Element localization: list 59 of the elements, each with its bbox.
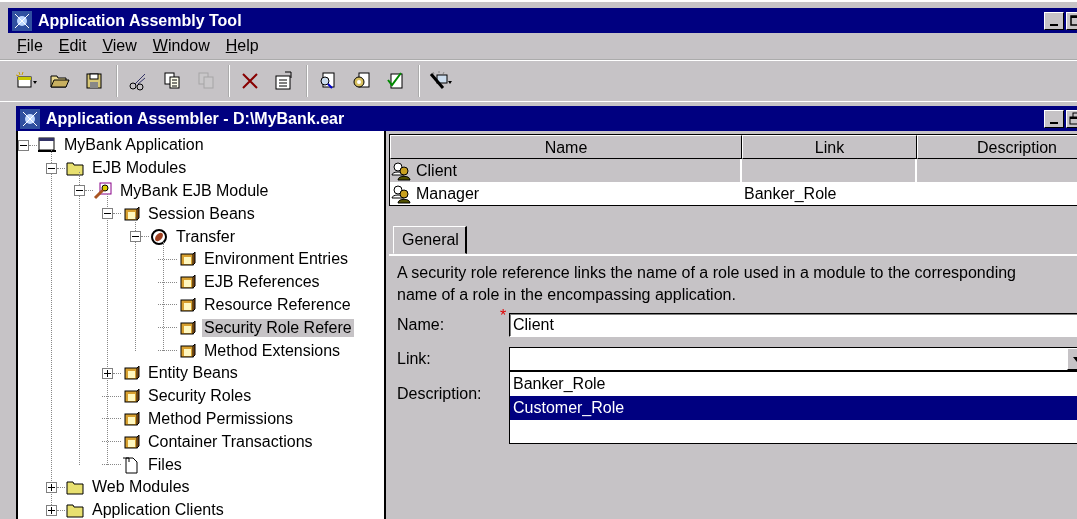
window-title: Application Assembler - D:\MyBank.ear xyxy=(46,109,346,128)
tree-item[interactable]: Method Permissions xyxy=(146,409,295,428)
table-row[interactable]: Manager Banker_Role xyxy=(390,182,1077,205)
tab[interactable]: General xyxy=(393,226,467,254)
tree-item[interactable]: Container Transactions xyxy=(146,432,315,451)
required-icon: * xyxy=(500,307,507,325)
field-label: Name: xyxy=(397,316,446,334)
file-icon xyxy=(121,454,141,475)
minimize-button[interactable] xyxy=(1044,11,1064,30)
tree-item[interactable]: Files xyxy=(146,455,184,474)
collapse-toggle[interactable] xyxy=(130,231,141,243)
app-icon xyxy=(12,10,32,31)
field-label: Description: xyxy=(397,384,483,404)
tree-item[interactable]: EJB References xyxy=(202,273,322,292)
dropdown-option[interactable]: Customer_Role xyxy=(510,396,1077,420)
tree-item[interactable]: Application Clients xyxy=(90,501,226,519)
description-text: A security role reference links the name of a role used in a module to the corresponding name of a role in the encompassing application. xyxy=(396,263,1017,305)
min-icon xyxy=(1050,121,1058,124)
collapse-toggle[interactable] xyxy=(74,185,85,197)
column-header[interactable]: Description xyxy=(917,135,1077,159)
menu-item[interactable]: File xyxy=(17,37,43,55)
app-icon xyxy=(20,108,40,129)
tree-item[interactable]: MyBank EJB Module xyxy=(118,182,271,200)
field-label: Link: xyxy=(397,350,432,368)
table-cell-text: Client xyxy=(416,161,457,181)
module-icon xyxy=(93,181,113,201)
tree-item[interactable]: Security Role Refere xyxy=(202,318,354,337)
collapse-toggle[interactable] xyxy=(102,208,113,220)
menu-item[interactable]: Edit xyxy=(58,37,87,55)
tree-item[interactable]: Transfer xyxy=(174,227,237,246)
expand-toggle[interactable] xyxy=(46,481,57,493)
column-header[interactable]: Name xyxy=(390,135,742,159)
table-row[interactable]: Client xyxy=(390,159,1077,182)
collapse-toggle[interactable] xyxy=(46,162,57,174)
tree-item[interactable]: Security Roles xyxy=(146,387,254,406)
bean-icon xyxy=(149,226,169,247)
min-icon xyxy=(1050,23,1058,26)
link-dropdown[interactable] xyxy=(509,347,1077,371)
column-header[interactable]: Link xyxy=(742,135,917,159)
table-cell-text: Banker_Role xyxy=(744,184,837,204)
dropdown-option[interactable]: Banker_Role xyxy=(510,372,1077,396)
table-cell-text: Manager xyxy=(416,184,480,204)
expand-toggle[interactable] xyxy=(46,504,57,516)
minimize-button[interactable] xyxy=(1044,109,1064,128)
menu-item[interactable]: Help xyxy=(225,37,259,55)
tree-item[interactable]: Session Beans xyxy=(146,204,257,223)
menu-item[interactable]: Window xyxy=(152,37,210,55)
tree-item[interactable]: MyBank Application xyxy=(62,136,206,155)
tree-item[interactable]: Method Extensions xyxy=(202,341,343,360)
tree-item[interactable]: Resource Reference xyxy=(202,295,353,314)
tree-item[interactable]: EJB Modules xyxy=(90,159,189,178)
collapse-toggle[interactable] xyxy=(18,139,29,151)
tree-item[interactable]: Environment Entries xyxy=(202,250,351,269)
menu-item[interactable]: View xyxy=(102,37,137,55)
expand-toggle[interactable] xyxy=(102,367,113,379)
tree-item[interactable]: Web Modules xyxy=(90,478,192,497)
window-title: Application Assembly Tool xyxy=(38,11,243,30)
tree-item[interactable]: Entity Beans xyxy=(146,364,240,383)
name-field[interactable]: Client xyxy=(509,313,1077,337)
